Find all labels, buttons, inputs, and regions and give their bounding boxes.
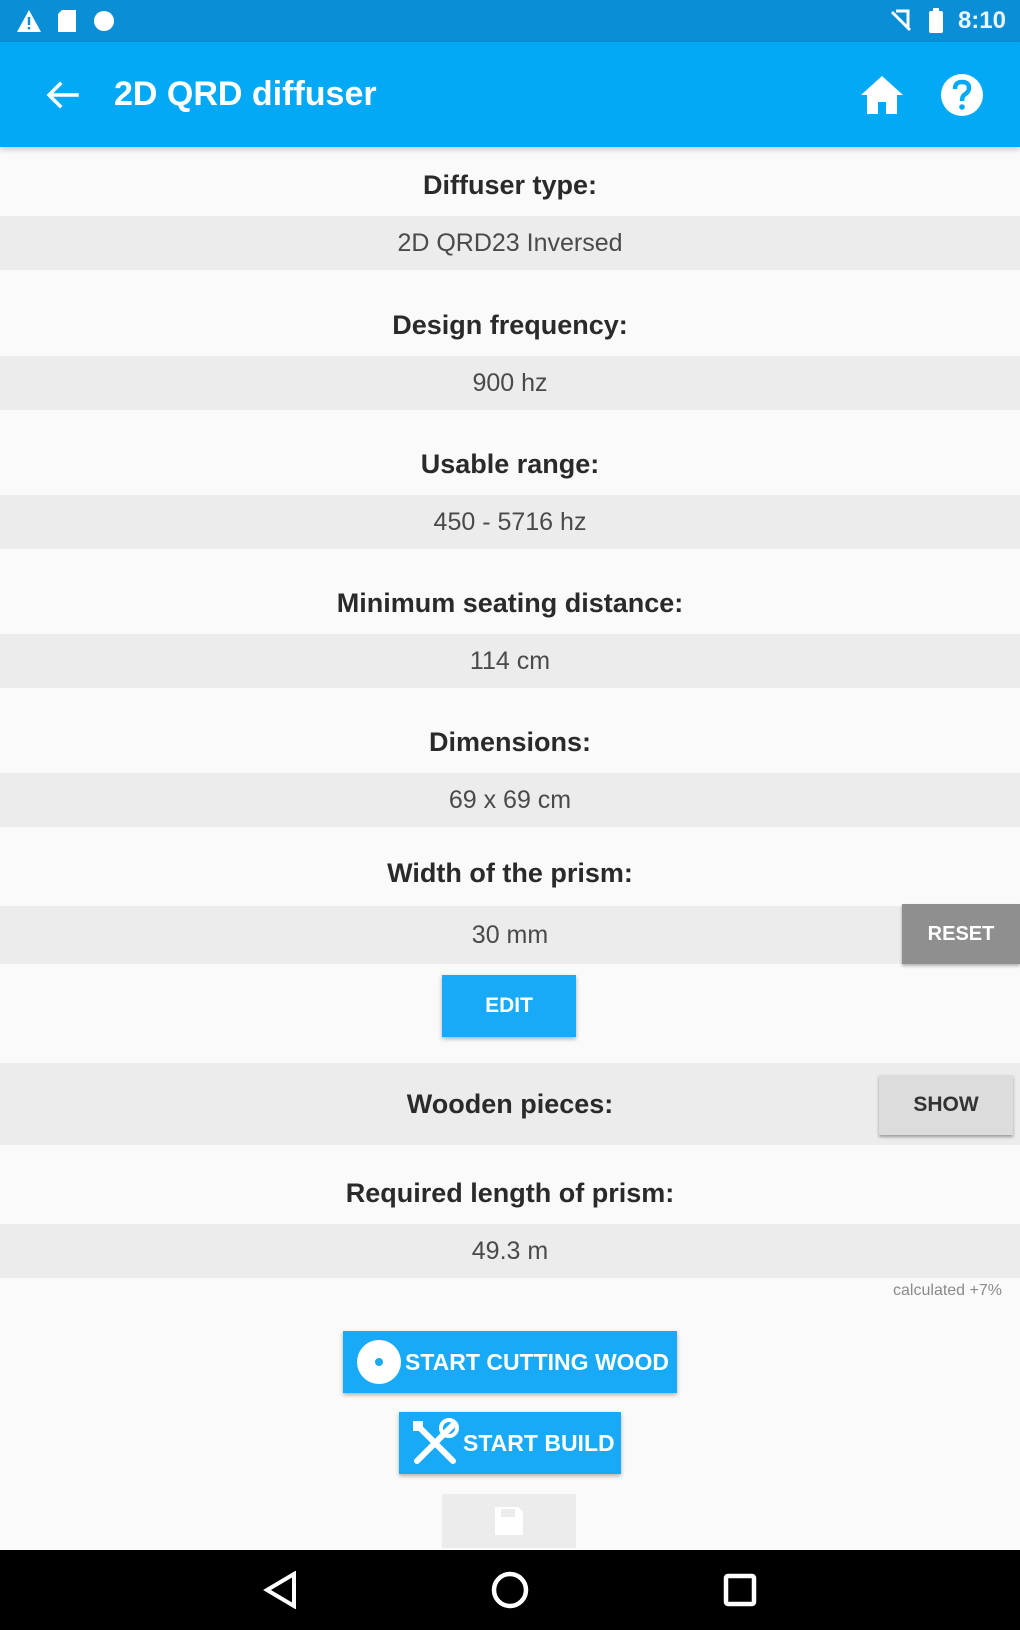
system-nav-bar (0, 1550, 1020, 1630)
dimensions-label: Dimensions: (428, 727, 592, 757)
back-button[interactable] (30, 63, 94, 127)
sd-card-icon (58, 10, 76, 32)
home-button[interactable] (842, 55, 922, 135)
status-right-icons: 8:10 (888, 7, 1006, 35)
battery-icon (928, 8, 943, 33)
edit-button[interactable]: EDIT (442, 975, 576, 1037)
help-icon (941, 73, 983, 116)
nav-back-icon (263, 1571, 296, 1609)
saw-blade-icon (357, 1340, 401, 1384)
dimensions-value: 69 x 69 cm (0, 773, 1020, 827)
prism-width-label: Width of the prism: (387, 858, 633, 888)
save-icon (495, 1507, 523, 1535)
page-title: 2D QRD diffuser (114, 75, 377, 113)
min-seating-label: Minimum seating distance: (336, 588, 684, 618)
nav-recents-icon (723, 1573, 757, 1607)
wooden-pieces-label: Wooden pieces: (406, 1088, 614, 1119)
prism-length-label: Required length of prism: (345, 1178, 675, 1208)
start-cutting-wood-label: START CUTTING WOOD (405, 1348, 670, 1375)
min-seating-value: 114 cm (0, 634, 1020, 688)
nav-recents-button[interactable] (705, 1555, 775, 1625)
start-build-label: START BUILD (463, 1429, 615, 1456)
wooden-pieces-row: Wooden pieces: SHOW (0, 1063, 1020, 1145)
design-frequency-label: Design frequency: (392, 310, 628, 340)
nav-home-icon (491, 1571, 529, 1609)
start-build-button[interactable]: START BUILD (399, 1412, 621, 1474)
design-frequency-value: 900 hz (0, 356, 1020, 410)
usable-range-value: 450 - 5716 hz (0, 495, 1020, 549)
save-button[interactable] (442, 1494, 576, 1548)
diffuser-type-value: 2D QRD23 Inversed (0, 216, 1020, 270)
nav-home-button[interactable] (475, 1555, 545, 1625)
tools-icon (413, 1418, 459, 1464)
start-cutting-wood-button[interactable]: START CUTTING WOOD (343, 1331, 677, 1393)
reset-button[interactable]: RESET (902, 904, 1020, 964)
status-bar: 8:10 (0, 0, 1020, 42)
prism-length-value: 49.3 m (0, 1224, 1020, 1278)
back-arrow-icon (46, 81, 79, 108)
status-time: 8:10 (957, 7, 1006, 34)
home-icon (861, 75, 903, 114)
android-icon (94, 11, 114, 31)
warning-icon (17, 10, 41, 32)
usable-range-label: Usable range: (420, 449, 600, 479)
app-bar: 2D QRD diffuser (0, 42, 1020, 147)
show-button[interactable]: SHOW (879, 1075, 1013, 1135)
nav-back-button[interactable] (245, 1555, 315, 1625)
help-button[interactable] (922, 55, 1002, 135)
status-left-icons (16, 9, 116, 33)
diffuser-type-label: Diffuser type: (422, 170, 598, 200)
prism-width-value: 30 mm (0, 906, 1020, 964)
calculated-note: calculated +7% (893, 1282, 1002, 1299)
no-sim-icon (890, 9, 912, 32)
